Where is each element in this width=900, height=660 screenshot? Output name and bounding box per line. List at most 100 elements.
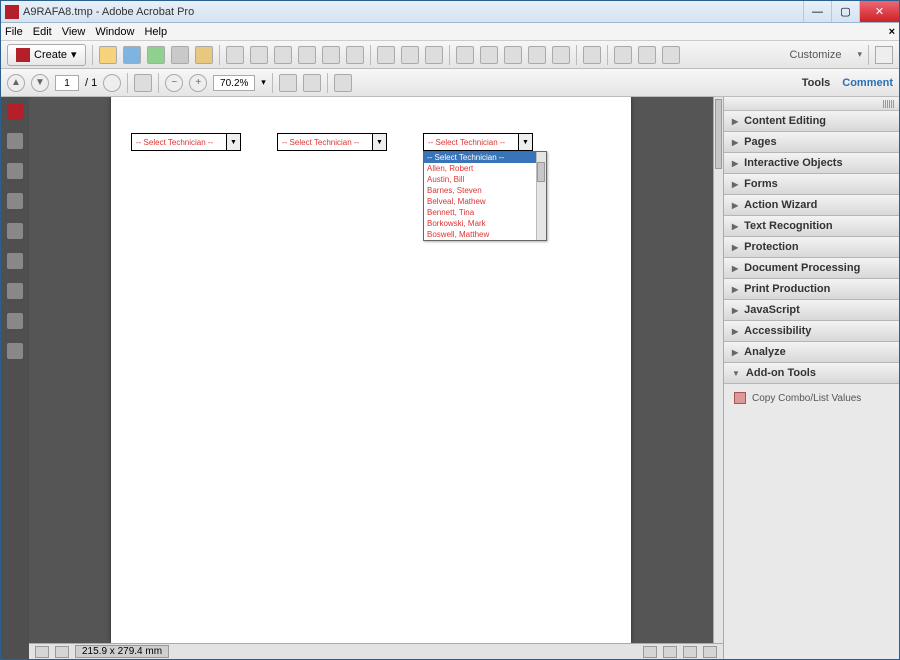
page-viewport[interactable]: -- Select Technician -- ▼ -- Select Tech…: [29, 97, 713, 643]
technician-dropdown[interactable]: -- Select Technician -- Allen, Robert Au…: [423, 151, 547, 241]
tool-icon[interactable]: [456, 46, 474, 64]
dropdown-option[interactable]: Bennett, Tina: [424, 207, 546, 218]
zoom-out-icon[interactable]: −: [165, 74, 183, 92]
create-button[interactable]: Create ▾: [7, 44, 86, 66]
dropdown-option[interactable]: Austin, Bill: [424, 174, 546, 185]
nav-icon[interactable]: [103, 74, 121, 92]
chevron-down-icon[interactable]: ▾: [261, 77, 266, 88]
tool-icon[interactable]: [401, 46, 419, 64]
fit-width-icon[interactable]: [279, 74, 297, 92]
rail-icon[interactable]: [7, 193, 23, 209]
tool-icon[interactable]: [480, 46, 498, 64]
tool-icon[interactable]: [614, 46, 632, 64]
section-text-recognition[interactable]: ▶Text Recognition: [724, 216, 899, 237]
zoom-tool-icon[interactable]: [334, 74, 352, 92]
technician-combo-1[interactable]: -- Select Technician -- ▼: [131, 133, 241, 151]
section-action-wizard[interactable]: ▶Action Wizard: [724, 195, 899, 216]
scroll-thumb[interactable]: [537, 162, 545, 182]
maximize-button[interactable]: ▢: [831, 1, 859, 22]
page-down-icon[interactable]: ▼: [31, 74, 49, 92]
dropdown-option[interactable]: Allen, Robert: [424, 163, 546, 174]
vertical-scrollbar[interactable]: [713, 97, 723, 643]
status-icon[interactable]: [643, 646, 657, 658]
technician-combo-2[interactable]: -- Select Technician -- ▼: [277, 133, 387, 151]
menu-window[interactable]: Window: [95, 26, 134, 38]
dropdown-option[interactable]: Boswell, Matthew: [424, 229, 546, 240]
zoom-input[interactable]: 70.2%: [213, 75, 255, 91]
open-icon[interactable]: [99, 46, 117, 64]
scroll-thumb[interactable]: [715, 99, 722, 169]
tool-icon[interactable]: [638, 46, 656, 64]
section-addon-tools[interactable]: ▼Add-on Tools: [724, 363, 899, 384]
tool-icon[interactable]: [552, 46, 570, 64]
customize-button[interactable]: Customize: [780, 49, 852, 61]
tool-icon[interactable]: [274, 46, 292, 64]
tool-icon[interactable]: [583, 46, 601, 64]
status-icon[interactable]: [663, 646, 677, 658]
section-javascript[interactable]: ▶JavaScript: [724, 300, 899, 321]
tool-icon[interactable]: [377, 46, 395, 64]
rail-icon[interactable]: [7, 343, 23, 359]
dropdown-option[interactable]: Barnes, Steven: [424, 185, 546, 196]
comment-tab[interactable]: Comment: [842, 77, 893, 89]
page-number-input[interactable]: 1: [55, 75, 79, 91]
print-icon[interactable]: [171, 46, 189, 64]
cloud-icon[interactable]: [147, 46, 165, 64]
tool-icon[interactable]: [425, 46, 443, 64]
page-up-icon[interactable]: ▲: [7, 74, 25, 92]
section-document-processing[interactable]: ▶Document Processing: [724, 258, 899, 279]
section-print-production[interactable]: ▶Print Production: [724, 279, 899, 300]
section-analyze[interactable]: ▶Analyze: [724, 342, 899, 363]
chevron-down-icon[interactable]: ▼: [226, 134, 240, 150]
expand-icon[interactable]: [875, 46, 893, 64]
status-icon[interactable]: [55, 646, 69, 658]
minimize-button[interactable]: —: [803, 1, 831, 22]
fit-page-icon[interactable]: [303, 74, 321, 92]
rail-icon[interactable]: [7, 253, 23, 269]
technician-combo-3[interactable]: -- Select Technician -- ▼: [423, 133, 533, 151]
status-icon[interactable]: [35, 646, 49, 658]
thumbnails-icon[interactable]: [7, 103, 23, 119]
tool-icon[interactable]: [346, 46, 364, 64]
section-interactive-objects[interactable]: ▶Interactive Objects: [724, 153, 899, 174]
panel-grip[interactable]: [724, 97, 899, 111]
section-accessibility[interactable]: ▶Accessibility: [724, 321, 899, 342]
dropdown-option[interactable]: Belveal, Mathew: [424, 196, 546, 207]
section-protection[interactable]: ▶Protection: [724, 237, 899, 258]
menu-edit[interactable]: Edit: [33, 26, 52, 38]
status-icon[interactable]: [683, 646, 697, 658]
status-icon[interactable]: [703, 646, 717, 658]
pages-icon[interactable]: [7, 133, 23, 149]
menu-help[interactable]: Help: [144, 26, 167, 38]
dropdown-option[interactable]: Borkowski, Mark: [424, 218, 546, 229]
dropdown-selected[interactable]: -- Select Technician --: [424, 152, 546, 163]
tool-icon[interactable]: [528, 46, 546, 64]
section-forms[interactable]: ▶Forms: [724, 174, 899, 195]
rail-icon[interactable]: [7, 223, 23, 239]
tool-icon[interactable]: [226, 46, 244, 64]
separator: [127, 73, 128, 93]
chevron-down-icon[interactable]: ▼: [518, 134, 532, 150]
chevron-down-icon[interactable]: ▼: [372, 134, 386, 150]
addon-copy-combo[interactable]: Copy Combo/List Values: [724, 384, 899, 412]
menu-file[interactable]: File: [5, 26, 23, 38]
close-button[interactable]: ✕: [859, 1, 899, 22]
tool-icon[interactable]: [662, 46, 680, 64]
tool-icon[interactable]: [504, 46, 522, 64]
tools-tab[interactable]: Tools: [802, 77, 831, 89]
rail-icon[interactable]: [7, 283, 23, 299]
tool-icon[interactable]: [298, 46, 316, 64]
tool-icon[interactable]: [250, 46, 268, 64]
document-close-icon[interactable]: ×: [889, 26, 895, 38]
zoom-in-icon[interactable]: +: [189, 74, 207, 92]
mail-icon[interactable]: [195, 46, 213, 64]
section-content-editing[interactable]: ▶Content Editing: [724, 111, 899, 132]
section-pages[interactable]: ▶Pages: [724, 132, 899, 153]
save-icon[interactable]: [123, 46, 141, 64]
bookmarks-icon[interactable]: [7, 163, 23, 179]
menu-view[interactable]: View: [62, 26, 86, 38]
dropdown-scrollbar[interactable]: [536, 152, 546, 240]
rail-icon[interactable]: [7, 313, 23, 329]
hand-tool-icon[interactable]: [134, 74, 152, 92]
tool-icon[interactable]: [322, 46, 340, 64]
